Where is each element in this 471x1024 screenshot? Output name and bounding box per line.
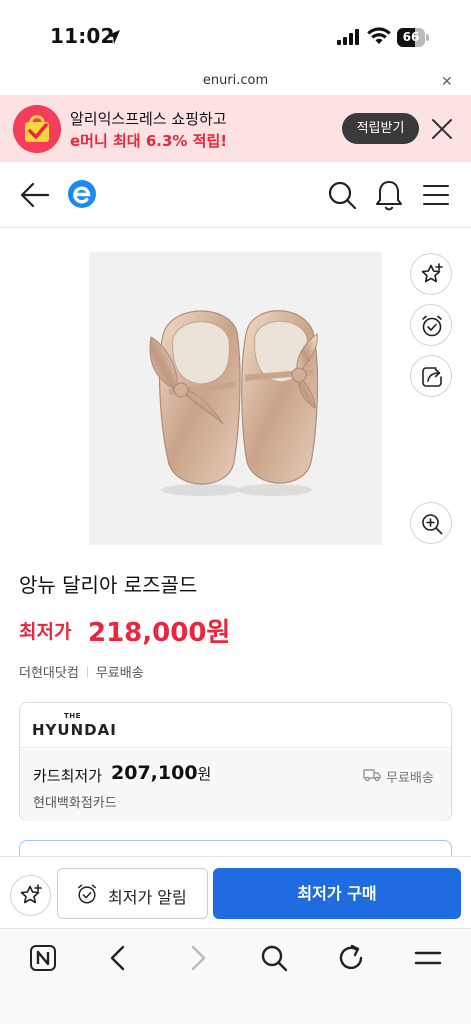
zoom-button[interactable]: [410, 502, 452, 544]
forward-icon[interactable]: [182, 943, 212, 973]
wifi-icon: [367, 27, 391, 44]
lowest-price-buy-button[interactable]: 최저가 구매: [213, 868, 461, 919]
card-offer-body: 카드최저가 207,100원 현대백화점카드 무료배송: [20, 749, 451, 821]
promo-banner[interactable]: 알리익스프레스 쇼핑하고 e머니 최대 6.3% 적립! 적립받기: [0, 95, 471, 162]
close-icon[interactable]: ✕: [441, 74, 453, 90]
shipping-info: 무료배송: [95, 666, 144, 681]
seller-name[interactable]: 더현대닷컴: [19, 666, 79, 681]
product-image[interactable]: [89, 252, 382, 545]
card-name: 현대백화점카드: [33, 796, 117, 811]
back-icon[interactable]: [104, 943, 134, 973]
promo-reward-button[interactable]: 적립받기: [342, 113, 419, 144]
promo-title: 알리익스프레스 쇼핑하고: [70, 110, 227, 128]
browser-toolbar: [0, 928, 471, 1024]
battery-percent: 66: [402, 30, 420, 44]
share-button[interactable]: [410, 355, 452, 397]
card-offer-header: THE HYUNDAI: [20, 703, 451, 748]
bell-icon[interactable]: [373, 178, 405, 212]
wishlist-button[interactable]: [410, 253, 452, 295]
search-icon[interactable]: [326, 179, 358, 211]
brand-logo: HYUNDAI: [32, 721, 117, 739]
cellular-signal-icon: [337, 29, 359, 45]
divider: [86, 666, 88, 678]
site-header: [0, 162, 471, 228]
promo-subtitle: e머니 최대 6.3% 적립!: [70, 132, 228, 150]
naver-home-icon[interactable]: [28, 943, 58, 973]
star-plus-icon: [421, 263, 443, 283]
wishlist-button[interactable]: [10, 875, 51, 916]
enuri-logo-icon[interactable]: [67, 179, 97, 209]
star-plus-icon: [20, 884, 42, 904]
card-price-label: 카드최저가: [33, 767, 103, 785]
share-icon: [422, 367, 442, 387]
card-price-value: 207,100원: [111, 762, 212, 784]
close-icon[interactable]: [430, 117, 454, 141]
battery-indicator: 66: [397, 28, 429, 47]
product-photo: [89, 252, 382, 545]
back-arrow-icon[interactable]: [20, 182, 50, 208]
alert-button-label: 최저가 알림: [108, 888, 187, 907]
purchase-action-bar: 최저가 알림 최저가 구매: [0, 856, 471, 928]
alarm-clock-check-icon: [422, 315, 442, 337]
status-bar: 11:02 66: [0, 0, 471, 70]
address-bar[interactable]: enuri.com ✕: [0, 70, 471, 95]
zoom-in-icon: [422, 514, 443, 535]
lowest-price-value: 218,000원: [88, 618, 231, 648]
alarm-clock-check-icon: [78, 884, 96, 904]
lowest-price-alert-button[interactable]: 최저가 알림: [57, 868, 208, 919]
search-icon[interactable]: [259, 943, 289, 973]
menu-icon[interactable]: [413, 943, 443, 973]
product-title: 앙뉴 달리아 로즈골드: [19, 573, 198, 597]
shopping-bag-logo-icon: [13, 105, 61, 153]
price-alert-button[interactable]: [410, 304, 452, 346]
location-arrow-icon: [106, 30, 120, 44]
url-text: enuri.com: [202, 73, 269, 88]
card-offer[interactable]: THE HYUNDAI 카드최저가 207,100원 현대백화점카드 무료배송: [19, 702, 452, 821]
lowest-price-label: 최저가: [19, 621, 72, 643]
brand-logo-small: THE: [64, 712, 81, 720]
delivery-truck-icon: [363, 769, 381, 782]
refresh-icon[interactable]: [336, 943, 366, 973]
product-meta: 더현대닷컴 무료배송: [19, 662, 144, 681]
hamburger-menu-icon[interactable]: [422, 182, 450, 208]
